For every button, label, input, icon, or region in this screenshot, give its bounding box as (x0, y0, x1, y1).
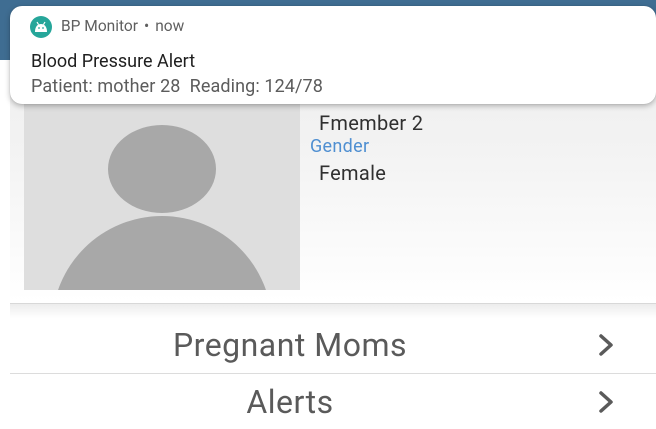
menu-item-label: Alerts (246, 383, 334, 421)
menu-item-alerts[interactable]: Alerts (10, 375, 656, 429)
android-app-icon (30, 16, 52, 38)
gender-label: Gender (310, 136, 370, 157)
menu-item-label: Pregnant Moms (172, 326, 408, 364)
notification-header: BP Monitor • now (61, 15, 184, 37)
notification-time: now (155, 17, 185, 35)
heads-up-notification[interactable]: BP Monitor • now Blood Pressure Alert Pati… (10, 6, 656, 104)
profile-name: Fmember 2 (319, 111, 424, 135)
chevron-right-icon (599, 391, 613, 413)
notification-title: Blood Pressure Alert (31, 51, 196, 72)
menu-item-pregnant-moms[interactable]: Pregnant Moms (10, 318, 656, 372)
notification-text: Patient: mother 28 Reading: 124/78 (31, 76, 323, 97)
avatar-head-shape (108, 125, 216, 213)
notification-app-name: BP Monitor (61, 17, 138, 35)
notification-separator: • (144, 17, 150, 35)
chevron-right-icon (599, 334, 613, 356)
gender-value: Female (319, 161, 387, 185)
menu-divider (10, 373, 656, 374)
card-shadow (10, 304, 656, 318)
avatar-body-shape (52, 216, 272, 290)
